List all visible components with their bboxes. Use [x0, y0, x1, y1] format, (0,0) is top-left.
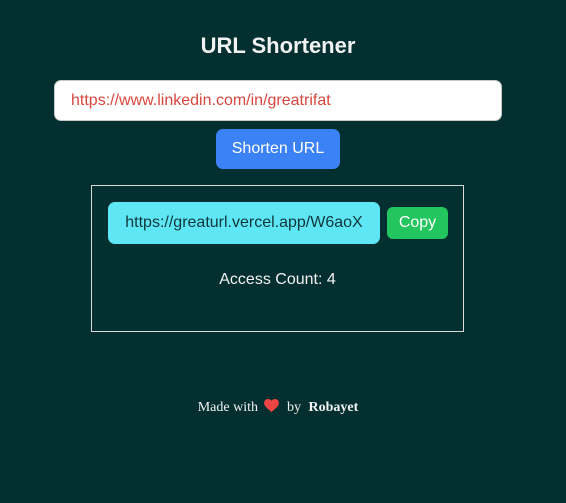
url-input[interactable] [54, 80, 502, 121]
heart-icon [264, 399, 280, 417]
footer: Made with by Robayet [0, 399, 556, 417]
footer-author: Robayet [308, 400, 359, 415]
footer-by: by [286, 400, 301, 415]
app-page: URL Shortener Shorten URL https://greatu… [0, 0, 566, 503]
shorten-url-button[interactable]: Shorten URL [216, 129, 340, 169]
access-count: Access Count: 4 [219, 271, 336, 288]
result-panel: https://greaturl.vercel.app/W6aoX Copy A… [91, 185, 464, 332]
footer-made-with: Made with [197, 400, 258, 415]
page-title: URL Shortener [200, 33, 356, 58]
copy-button[interactable]: Copy [387, 207, 448, 239]
short-url-link[interactable]: https://greaturl.vercel.app/W6aoX [108, 202, 380, 244]
